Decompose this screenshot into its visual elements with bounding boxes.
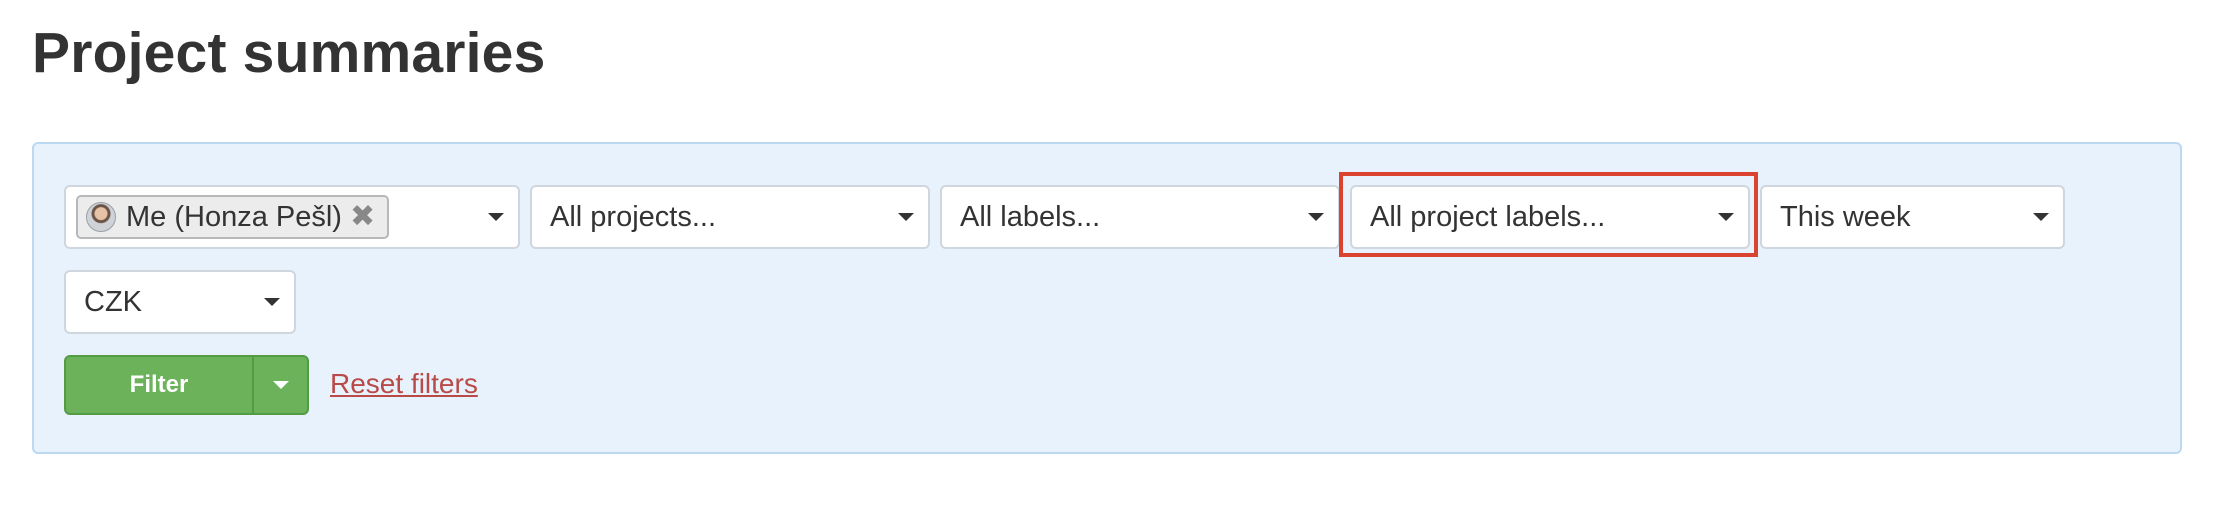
user-select[interactable]: Me (Honza Pešl) ✖ — [64, 185, 520, 249]
chevron-down-icon — [264, 298, 280, 306]
filter-button[interactable]: Filter — [66, 357, 252, 413]
filter-dropdown-toggle[interactable] — [254, 357, 307, 413]
chevron-down-icon — [2033, 213, 2049, 221]
currency-select[interactable]: CZK — [64, 270, 296, 334]
chevron-down-icon — [1718, 213, 1734, 221]
user-chip: Me (Honza Pešl) ✖ — [76, 195, 390, 239]
page-title: Project summaries — [32, 21, 546, 85]
projects-select-value: All projects... — [550, 201, 716, 233]
reset-filters-link[interactable]: Reset filters — [330, 366, 478, 402]
period-select-value: This week — [1780, 201, 1911, 233]
projects-select[interactable]: All projects... — [530, 185, 930, 249]
project-labels-select[interactable]: All project labels... — [1350, 185, 1750, 249]
labels-select[interactable]: All labels... — [940, 185, 1340, 249]
chevron-down-icon — [1308, 213, 1324, 221]
page: Project summaries Me (Honza Pešl) ✖ All … — [0, 0, 2220, 508]
user-chip-label: Me (Honza Pešl) — [126, 200, 342, 233]
period-select[interactable]: This week — [1760, 185, 2065, 249]
chevron-down-icon — [488, 213, 504, 221]
user-avatar-icon — [86, 202, 116, 232]
project-labels-select-value: All project labels... — [1370, 201, 1606, 233]
currency-select-value: CZK — [84, 286, 142, 318]
labels-select-value: All labels... — [960, 201, 1101, 233]
remove-icon[interactable]: ✖ — [350, 202, 375, 232]
filter-split-button: Filter — [64, 355, 309, 415]
chevron-down-icon — [273, 381, 289, 389]
chevron-down-icon — [898, 213, 914, 221]
